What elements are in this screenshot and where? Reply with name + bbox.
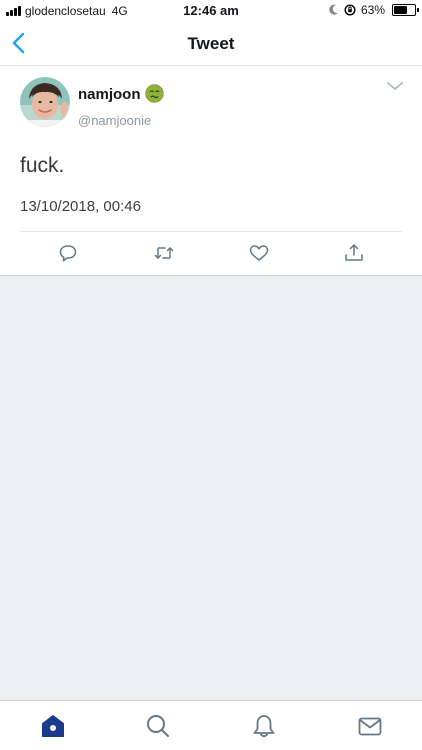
tab-bar xyxy=(0,700,422,750)
display-name[interactable]: namjoon xyxy=(78,86,141,103)
tweet-text: fuck. xyxy=(20,154,65,177)
avatar[interactable] xyxy=(20,77,70,127)
nauseated-face-icon xyxy=(145,84,164,103)
battery-tip xyxy=(417,8,419,12)
search-icon[interactable] xyxy=(145,713,171,739)
notifications-bell-icon[interactable] xyxy=(251,713,277,739)
status-bar: glodenclosetau 4G 12:46 am 63% xyxy=(0,0,422,22)
battery-level xyxy=(394,6,407,14)
share-icon[interactable] xyxy=(343,243,365,263)
orientation-lock-icon xyxy=(344,4,356,16)
reply-icon[interactable] xyxy=(57,243,79,263)
like-heart-icon[interactable] xyxy=(248,243,270,263)
home-icon[interactable] xyxy=(40,713,66,739)
username[interactable]: @namjoonie xyxy=(78,113,151,128)
chevron-down-icon[interactable] xyxy=(386,80,404,92)
battery-percent: 63% xyxy=(360,3,385,17)
tweet-card: namjoon @namjoonie fuck. 13/10/2018, 00:… xyxy=(0,66,422,276)
screen: glodenclosetau 4G 12:46 am 63% Tweet nam… xyxy=(0,0,422,750)
nav-bar: Tweet xyxy=(0,22,422,66)
retweet-icon[interactable] xyxy=(153,243,175,263)
tweet-timestamp[interactable]: 13/10/2018, 00:46 xyxy=(20,198,141,215)
status-right: 63% xyxy=(329,3,419,17)
divider xyxy=(20,231,402,232)
messages-envelope-icon[interactable] xyxy=(357,713,383,739)
battery-icon xyxy=(392,4,419,16)
page-title: Tweet xyxy=(187,34,235,53)
moon-icon xyxy=(329,4,338,15)
